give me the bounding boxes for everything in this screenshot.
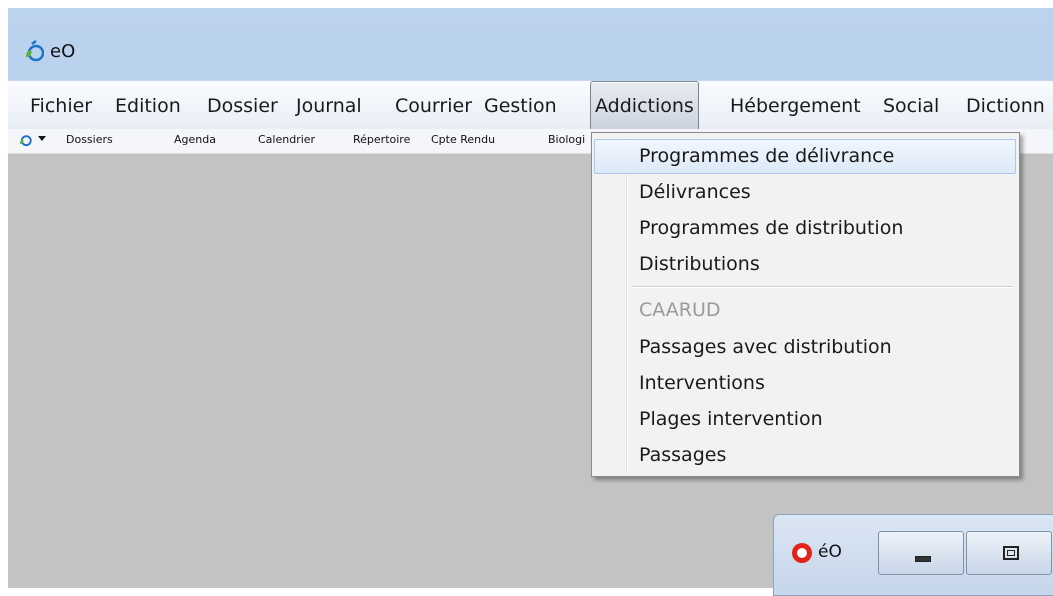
addictions-dropdown-menu: Programmes de délivrance Délivrances Pro…: [591, 132, 1020, 477]
menu-edition[interactable]: Edition: [115, 91, 181, 121]
minimized-window[interactable]: éO: [773, 514, 1053, 596]
toolbar-cpte-rendu[interactable]: Cpte Rendu: [431, 133, 495, 146]
toolbar-repertoire[interactable]: Répertoire: [353, 133, 410, 146]
maximize-icon: [1003, 546, 1019, 560]
window-title: eO: [50, 41, 76, 62]
eo-logo-icon: [26, 40, 44, 62]
menu-dossier[interactable]: Dossier: [207, 91, 278, 121]
toolbar-calendrier[interactable]: Calendrier: [258, 133, 315, 146]
lifebuoy-icon: [792, 543, 812, 563]
minimized-window-title: éO: [818, 542, 842, 562]
menu-bar: Fichier Edition Dossier Journal Courrier…: [8, 80, 1053, 131]
eo-logo-icon[interactable]: [18, 133, 32, 147]
menu-courrier[interactable]: Courrier: [395, 91, 472, 121]
minimize-icon: [915, 556, 931, 562]
toolbar-agenda[interactable]: Agenda: [174, 133, 216, 146]
menu-hebergement[interactable]: Hébergement: [730, 91, 861, 121]
menu-item-caarud: CAARUD: [639, 299, 721, 321]
menu-gutter: [626, 135, 628, 474]
menu-item-distributions[interactable]: Distributions: [639, 253, 760, 275]
menu-item-programmes-delivrance[interactable]: Programmes de délivrance: [639, 145, 894, 167]
menu-journal[interactable]: Journal: [296, 91, 362, 121]
menu-dictionnaire[interactable]: Dictionn: [966, 91, 1045, 121]
title-bar[interactable]: eO: [8, 8, 1053, 76]
menu-addictions[interactable]: Addictions: [590, 81, 699, 131]
menu-item-programmes-distribution[interactable]: Programmes de distribution: [639, 217, 903, 239]
menu-separator: [632, 286, 1013, 288]
dropdown-arrow-icon[interactable]: [38, 136, 46, 141]
maximize-button[interactable]: [966, 531, 1052, 575]
menu-item-passages[interactable]: Passages: [639, 444, 726, 466]
menu-fichier[interactable]: Fichier: [30, 91, 92, 121]
menu-item-passages-avec-distribution[interactable]: Passages avec distribution: [639, 336, 892, 358]
minimize-button[interactable]: [878, 531, 964, 575]
menu-item-delivrances[interactable]: Délivrances: [639, 181, 751, 203]
toolbar-dossiers[interactable]: Dossiers: [66, 133, 113, 146]
menu-gestion[interactable]: Gestion: [484, 91, 557, 121]
menu-item-plages-intervention[interactable]: Plages intervention: [639, 408, 823, 430]
menu-item-interventions[interactable]: Interventions: [639, 372, 765, 394]
menu-social[interactable]: Social: [883, 91, 939, 121]
toolbar-biologie[interactable]: Biologi: [548, 133, 585, 146]
